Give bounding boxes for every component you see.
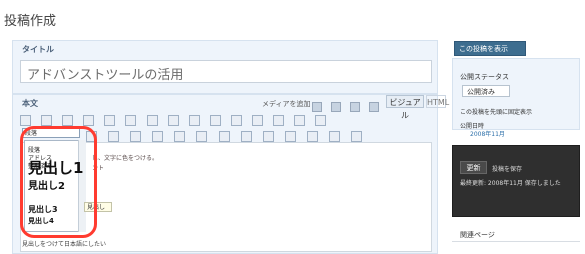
sticky-checkbox-label[interactable]: この投稿を先頭に固定表示 xyxy=(460,107,532,116)
italic-icon[interactable] xyxy=(41,115,53,126)
quote-icon[interactable] xyxy=(125,115,137,126)
kitchen-sink-icon[interactable] xyxy=(315,115,327,126)
indent-icon[interactable] xyxy=(284,131,296,142)
upload-icons[interactable] xyxy=(312,97,384,112)
media-embed-icon[interactable] xyxy=(218,131,230,142)
title-label: タイトル xyxy=(22,45,54,54)
bulleted-list-icon[interactable] xyxy=(83,115,95,126)
status-select[interactable]: 公開済み xyxy=(462,85,510,97)
editor-text-line: 見出しをつけて日本語にしたい xyxy=(22,241,107,248)
text-color-icon[interactable] xyxy=(130,131,142,142)
help-icon[interactable] xyxy=(351,131,363,142)
remove-format-icon[interactable] xyxy=(196,131,208,142)
spellcheck-icon[interactable] xyxy=(273,115,285,126)
redo-icon[interactable] xyxy=(329,131,341,142)
title-input[interactable]: アドバンストツールの活用 xyxy=(20,60,432,83)
fullscreen-icon[interactable] xyxy=(294,115,306,126)
outdent-icon[interactable] xyxy=(262,131,274,142)
related-divider xyxy=(452,241,580,242)
publish-date-value[interactable]: 2008年11月 xyxy=(470,129,505,138)
justify-icon[interactable] xyxy=(108,131,120,142)
update-button[interactable]: 更新 xyxy=(460,161,487,174)
visual-tab[interactable]: ビジュアル xyxy=(386,95,424,120)
strikethrough-icon[interactable] xyxy=(62,115,74,126)
align-left-icon[interactable] xyxy=(146,115,158,126)
unlink-icon[interactable] xyxy=(230,115,242,126)
more-icon[interactable] xyxy=(252,115,264,126)
add-media-label: メディアを追加 xyxy=(262,100,311,108)
undo-icon[interactable] xyxy=(306,131,318,142)
paste-word-icon[interactable] xyxy=(174,131,186,142)
highlight-annotation xyxy=(20,126,97,238)
special-char-icon[interactable] xyxy=(240,131,252,142)
align-center-icon[interactable] xyxy=(167,115,179,126)
editor-text-line: し、文字に色をつける。 xyxy=(92,155,159,162)
align-right-icon[interactable] xyxy=(188,115,200,126)
page-title: 投稿作成 xyxy=(4,14,57,29)
link-icon[interactable] xyxy=(209,115,221,126)
view-post-button[interactable]: この投稿を表示 xyxy=(454,41,526,56)
save-draft-link[interactable]: 投稿を保存 xyxy=(492,164,522,173)
status-title: 公開ステータス xyxy=(460,73,509,81)
bold-icon[interactable] xyxy=(20,115,31,126)
html-tab[interactable]: HTML xyxy=(426,95,449,108)
related-pages-title: 関連ページ xyxy=(460,231,495,239)
paste-text-icon[interactable] xyxy=(152,131,164,142)
numbered-list-icon[interactable] xyxy=(104,115,116,126)
content-label: 本文 xyxy=(22,99,38,108)
editor-toolbar-row-1 xyxy=(20,111,438,126)
publish-info-text: 最終更新: 2008年11月 保存しました xyxy=(460,180,561,187)
editor-toolbar-row-2 xyxy=(86,127,436,142)
